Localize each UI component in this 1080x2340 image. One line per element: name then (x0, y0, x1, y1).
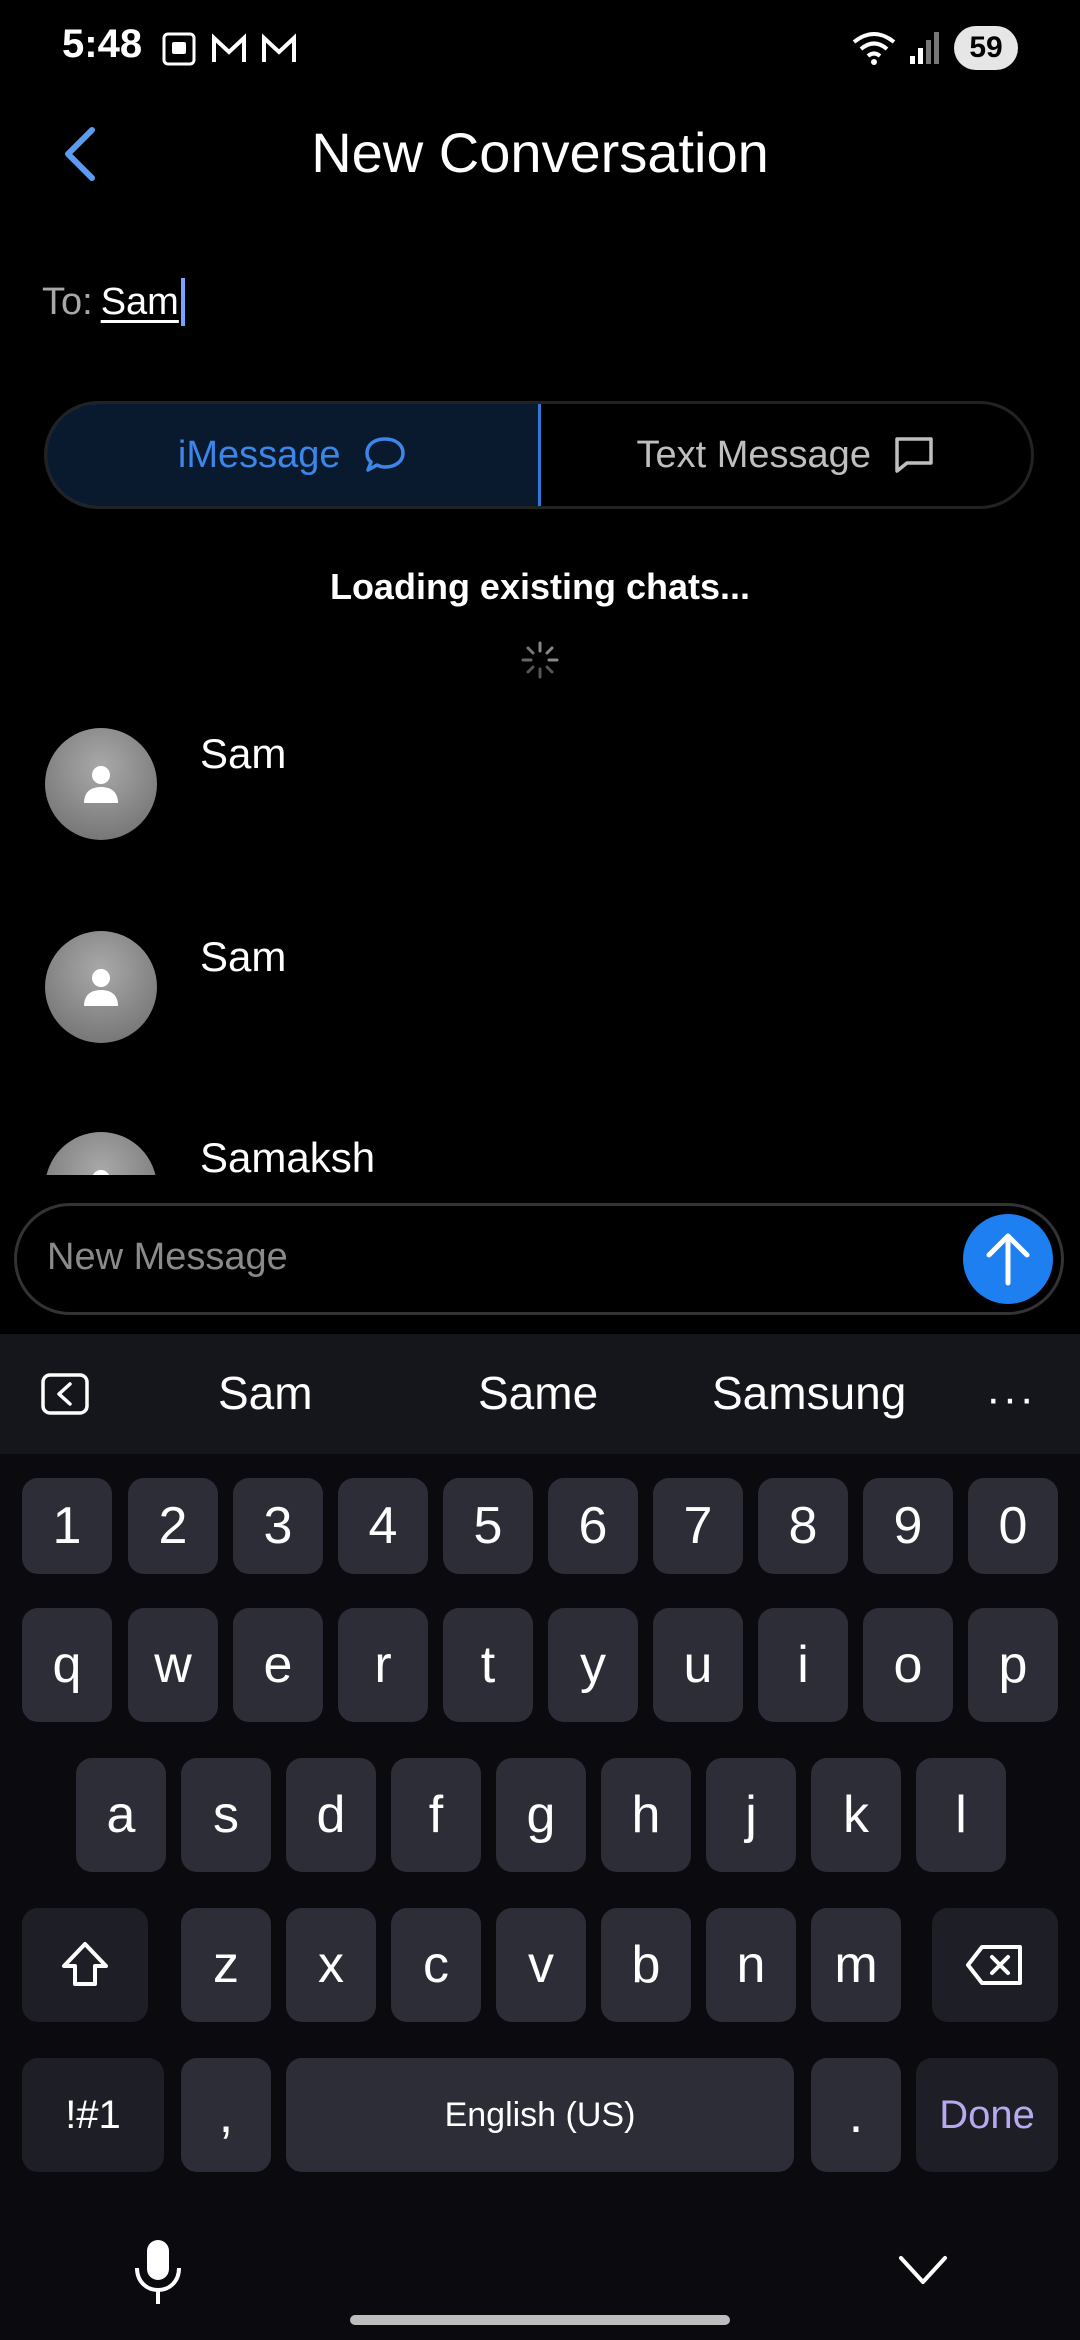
key[interactable]: u (653, 1608, 743, 1722)
backspace-icon (966, 1945, 1022, 1985)
key[interactable]: g (496, 1758, 586, 1872)
suggestion-item[interactable]: Same (478, 1366, 598, 1420)
page-title: New Conversation (311, 121, 769, 184)
wifi-icon (852, 32, 896, 65)
key[interactable]: e (233, 1608, 323, 1722)
key[interactable]: x (286, 1908, 376, 2022)
key[interactable]: 9 (863, 1478, 953, 1574)
contact-item[interactable]: Samaksh (0, 1128, 1080, 1175)
chat-bubble-icon (364, 437, 405, 472)
key[interactable]: j (706, 1758, 796, 1872)
message-composer[interactable]: New Message (14, 1203, 1064, 1315)
contact-item[interactable]: Sam (0, 927, 1080, 1077)
suggestion-bar: Sam Same Samsung ··· (0, 1334, 1080, 1454)
suggestion-item[interactable]: Sam (218, 1366, 313, 1420)
recipient-row[interactable]: To: Sam (42, 278, 185, 326)
key[interactable]: l (916, 1758, 1006, 1872)
microphone-icon[interactable] (130, 2238, 186, 2306)
key[interactable]: b (601, 1908, 691, 2022)
contact-list: Sam Sam Samaksh (0, 720, 1080, 1175)
key[interactable]: t (443, 1608, 533, 1722)
key[interactable]: 1 (22, 1478, 112, 1574)
contact-name: Samaksh (200, 1134, 376, 1175)
message-input[interactable]: New Message (47, 1236, 288, 1279)
key[interactable]: h (601, 1758, 691, 1872)
battery-indicator: 59 (954, 26, 1018, 70)
keyboard: Sam Same Samsung ··· 1 2 3 4 5 6 7 8 9 0… (0, 1334, 1080, 2340)
comma-key[interactable]: , (181, 2058, 271, 2172)
done-key[interactable]: Done (916, 2058, 1058, 2172)
notification-icons (160, 30, 298, 68)
key[interactable]: 3 (233, 1478, 323, 1574)
screenshot-icon (160, 30, 198, 68)
tab-imessage-label: iMessage (177, 433, 341, 476)
backspace-key[interactable] (932, 1908, 1058, 2022)
key[interactable]: 8 (758, 1478, 848, 1574)
recipient-input[interactable]: Sam (101, 281, 179, 324)
key[interactable]: r (338, 1608, 428, 1722)
period-key[interactable]: . (811, 2058, 901, 2172)
person-icon (84, 766, 118, 803)
avatar (45, 1132, 157, 1175)
key[interactable]: f (391, 1758, 481, 1872)
key[interactable]: 4 (338, 1478, 428, 1574)
person-icon (92, 1170, 110, 1175)
keyboard-back-icon[interactable] (40, 1372, 90, 1416)
tab-text-message[interactable]: Text Message (541, 404, 1032, 506)
key[interactable]: 0 (968, 1478, 1058, 1574)
loading-spinner-icon (521, 641, 559, 679)
contact-item[interactable]: Sam (0, 724, 1080, 874)
key[interactable]: m (811, 1908, 901, 2022)
suggestion-item[interactable]: Samsung (712, 1366, 906, 1420)
to-label: To: (42, 280, 93, 323)
key[interactable]: w (128, 1608, 218, 1722)
chevron-down-icon[interactable] (895, 2250, 951, 2290)
key[interactable]: 7 (653, 1478, 743, 1574)
key[interactable]: o (863, 1608, 953, 1722)
key[interactable]: a (76, 1758, 166, 1872)
app-header: New Conversation (0, 100, 1080, 210)
loading-label: Loading existing chats... (329, 566, 751, 607)
space-key[interactable]: English (US) (286, 2058, 794, 2172)
avatar (45, 728, 157, 840)
shift-icon (62, 1942, 108, 1986)
key[interactable]: s (181, 1758, 271, 1872)
key[interactable]: 5 (443, 1478, 533, 1574)
tab-imessage[interactable]: iMessage (47, 404, 541, 506)
key[interactable]: p (968, 1608, 1058, 1722)
signal-icon (910, 32, 939, 64)
text-cursor (180, 278, 185, 326)
key[interactable]: d (286, 1758, 376, 1872)
key[interactable]: k (811, 1758, 901, 1872)
arrow-up-icon (986, 1233, 1030, 1286)
key[interactable]: i (758, 1608, 848, 1722)
person-icon (84, 969, 118, 1006)
avatar (45, 931, 157, 1043)
status-bar: 5:48 59 (0, 0, 1080, 100)
key[interactable]: y (548, 1608, 638, 1722)
gmail-icon (260, 30, 298, 68)
key[interactable]: q (22, 1608, 112, 1722)
gmail-icon (210, 30, 248, 68)
key[interactable]: z (181, 1908, 271, 2022)
message-square-icon (895, 437, 933, 473)
send-button[interactable] (963, 1214, 1053, 1304)
message-type-toggle: iMessage Text Message (44, 401, 1034, 509)
symbols-key[interactable]: !#1 (22, 2058, 164, 2172)
key[interactable]: 6 (548, 1478, 638, 1574)
home-indicator[interactable] (350, 2315, 730, 2325)
tab-text-message-label: Text Message (636, 433, 871, 476)
key[interactable]: 2 (128, 1478, 218, 1574)
key[interactable]: v (496, 1908, 586, 2022)
status-right: 59 (852, 26, 1018, 70)
key[interactable]: c (391, 1908, 481, 2022)
shift-key[interactable] (22, 1908, 148, 2022)
status-time: 5:48 (62, 22, 143, 66)
contact-name: Sam (200, 730, 287, 777)
contact-name: Sam (200, 933, 287, 980)
key[interactable]: n (706, 1908, 796, 2022)
more-suggestions-button[interactable]: ··· (986, 1374, 1036, 1424)
